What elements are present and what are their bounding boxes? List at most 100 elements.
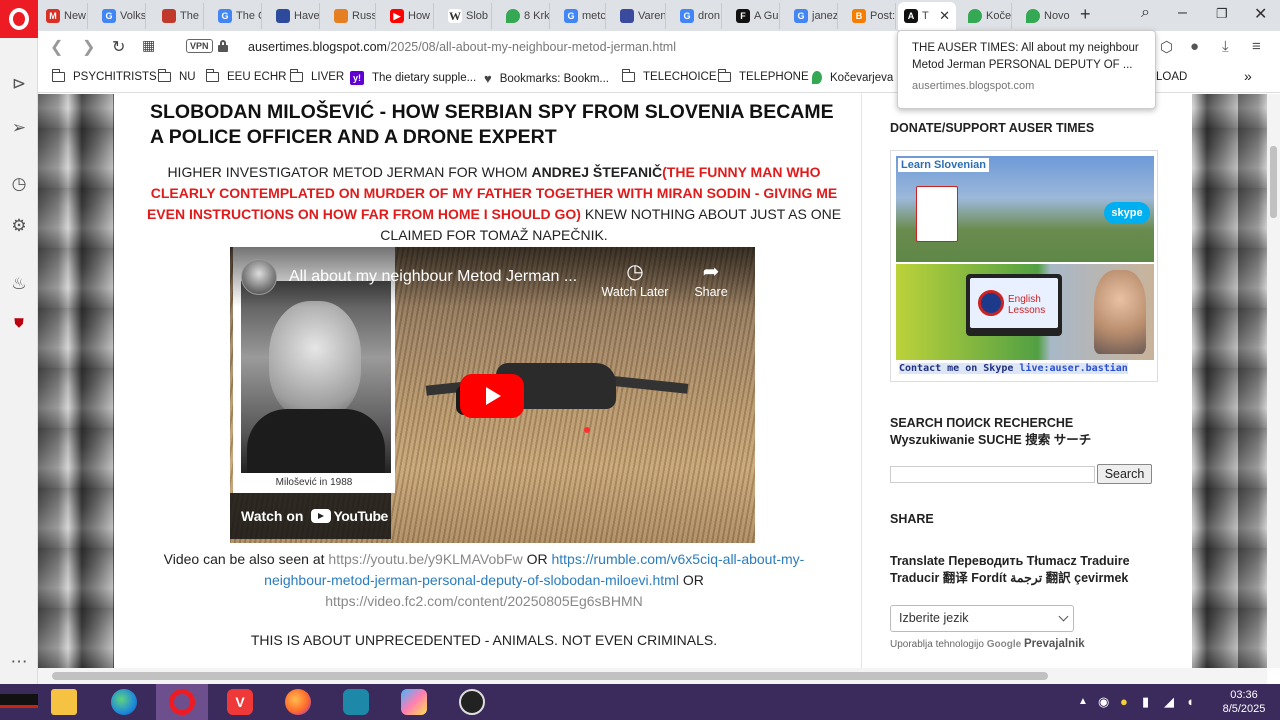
site-icon [334, 9, 348, 23]
forward-icon[interactable]: ❯ [82, 37, 95, 57]
bookmark-telechoice[interactable]: TELECHOICE [621, 69, 717, 83]
tab-active[interactable]: A T ✕ [898, 2, 956, 30]
tab-russ[interactable]: Russ [328, 3, 376, 29]
lightbulb-icon[interactable]: ♨ [9, 274, 29, 294]
close-tab-icon[interactable]: ✕ [939, 8, 950, 24]
post-column: SLOBODAN MILOŠEVIĆ - HOW SERBIAN SPY FRO… [114, 94, 862, 668]
start-thumbnail[interactable] [0, 694, 38, 708]
new-tab-button[interactable]: + [1080, 4, 1091, 25]
youtube-embed[interactable]: Milošević in 1988 All about my neighbour… [230, 247, 755, 543]
settings-icon[interactable]: ⚙ [9, 216, 29, 236]
bookmark-bookmarks[interactable]: ♥ Bookmarks: Bookm... [484, 71, 609, 86]
video-title[interactable]: All about my neighbour Metod Jerman ... [289, 268, 577, 286]
history-icon[interactable]: ◷ [9, 174, 29, 194]
youtube-icon: ▶ [390, 9, 404, 23]
vpn-badge[interactable]: VPN [186, 39, 213, 53]
url-field[interactable]: ausertimes.blogspot.com/2025/08/all-abou… [248, 40, 676, 54]
reload-icon[interactable]: ↻ [112, 37, 125, 57]
paint-icon[interactable] [390, 686, 438, 718]
search-input[interactable] [890, 466, 1095, 483]
fc2-link[interactable]: https://video.fc2.com/content/20250805Eg… [325, 593, 643, 609]
vertical-scrollbar[interactable] [1267, 94, 1280, 668]
share-button[interactable]: ➦ Share [676, 259, 746, 299]
window-close-button[interactable]: ✕ [1254, 4, 1267, 24]
post-paragraph: HIGHER INVESTIGATOR METOD JERMAN FOR WHO… [146, 164, 842, 243]
portrait-image [241, 281, 391, 473]
bookmark-nu[interactable]: NU [157, 69, 196, 83]
tab-metc[interactable]: Gmetc [558, 3, 606, 29]
watch-on-youtube-button[interactable]: Watch on YouTube [230, 493, 391, 539]
tab-varen[interactable]: Varen [614, 3, 666, 29]
taskbar-clock[interactable]: 03:36 8/5/2025 [1214, 688, 1274, 716]
extension-icon[interactable]: ⬡ [1160, 38, 1173, 56]
easy-setup-icon[interactable]: ≡ [1252, 38, 1261, 55]
closing-line: THIS IS ABOUT UNPRECEDENTED - ANIMALS. N… [250, 632, 718, 648]
bookmarks-overflow-icon[interactable]: » [1244, 68, 1252, 84]
bookmark-load[interactable]: LOAD [1156, 71, 1187, 83]
download-icon[interactable]: ⤓ [1222, 38, 1229, 55]
tiles-icon[interactable]: ▦ [142, 37, 155, 54]
vivaldi-icon[interactable]: V [216, 686, 264, 718]
tab-a-gu[interactable]: FA Gu [730, 3, 780, 29]
scroll-thumb[interactable] [1270, 146, 1277, 218]
bookmark-eeu-echr[interactable]: EEU ECHR [205, 69, 286, 83]
edge-icon[interactable] [100, 686, 148, 718]
tray-app-icon[interactable]: ◉ [1098, 694, 1109, 710]
bookmark-dietary[interactable]: y! The dietary supple... [350, 71, 476, 85]
tab-search-icon[interactable]: ⌕ [1141, 4, 1150, 22]
language-select[interactable]: Izberite jezik [890, 605, 1074, 632]
translate-link[interactable]: Prevajalnik [1024, 638, 1085, 650]
maximize-button[interactable]: ❐ [1216, 6, 1228, 22]
tab-slob[interactable]: W Slob [442, 3, 492, 29]
minimize-button[interactable]: – [1178, 4, 1187, 22]
tab-how[interactable]: ▶ How [384, 3, 434, 29]
tab-novo[interactable]: Novo [1020, 3, 1072, 29]
firefox-icon[interactable] [274, 686, 322, 718]
scroll-thumb[interactable] [52, 672, 1048, 680]
tab-gmail[interactable]: M New [40, 3, 88, 29]
tab-koce[interactable]: Koče [962, 3, 1012, 29]
bookmark-liver[interactable]: LIVER [289, 69, 344, 83]
opera-taskbar-icon[interactable] [158, 686, 206, 718]
video-editor-icon[interactable] [332, 686, 380, 718]
watch-later-button[interactable]: ◷ Watch Later [600, 259, 670, 299]
tab-have[interactable]: Have [270, 3, 320, 29]
skype-badge-icon: skype [1104, 202, 1150, 224]
battery-icon[interactable]: ▮ [1142, 694, 1149, 710]
wifi-icon[interactable]: ◢ [1164, 694, 1174, 710]
lock-icon[interactable] [218, 40, 228, 52]
youtube-link[interactable]: https://youtu.be/y9KLMAVobFw [328, 551, 522, 567]
tab-the-i[interactable]: The I [156, 3, 204, 29]
player-icon[interactable]: ⊳ [9, 74, 29, 94]
bookmark-psychitrists[interactable]: PSYCHITRISTS [51, 69, 157, 83]
file-explorer-icon[interactable] [40, 686, 88, 718]
tray-shield-icon[interactable]: ● [1120, 694, 1128, 709]
tab-krk[interactable]: 8 Krk [500, 3, 550, 29]
ublock-icon[interactable]: ⛊ [9, 316, 29, 331]
play-button[interactable] [460, 374, 524, 418]
site-icon: F [736, 9, 750, 23]
tab-the-c[interactable]: GThe C [212, 3, 262, 29]
bookmark-telephone[interactable]: TELEPHONE [717, 69, 809, 83]
tray-overflow-icon[interactable]: ▲ [1078, 696, 1088, 707]
back-icon[interactable]: ❮ [50, 37, 63, 57]
obs-icon[interactable] [448, 686, 496, 718]
send-icon[interactable]: ➢ [9, 118, 29, 138]
more-icon[interactable]: ⋯ [9, 652, 29, 672]
profile-icon[interactable]: ● [1190, 38, 1199, 55]
search-button[interactable]: Search [1097, 464, 1152, 484]
google-logo: Google [986, 639, 1022, 650]
site-icon: A [904, 9, 918, 23]
horizontal-scrollbar[interactable] [38, 668, 1267, 684]
opera-menu-button[interactable] [0, 0, 38, 38]
bookmark-kocevarjeva[interactable]: Kočevarjeva u [812, 71, 903, 84]
channel-avatar[interactable] [241, 259, 277, 295]
advert-banner[interactable]: Learn Slovenian skype English Lessons Co… [890, 150, 1158, 382]
tab-janez[interactable]: Gjanez [788, 3, 838, 29]
tab-volks[interactable]: G Volks [96, 3, 146, 29]
tab-dron[interactable]: Gdron [674, 3, 722, 29]
volume-icon[interactable]: ◖ [1186, 694, 1194, 709]
tab-post[interactable]: B Post: [846, 3, 896, 29]
gmail-icon: M [46, 9, 60, 23]
folder-icon [205, 69, 219, 82]
